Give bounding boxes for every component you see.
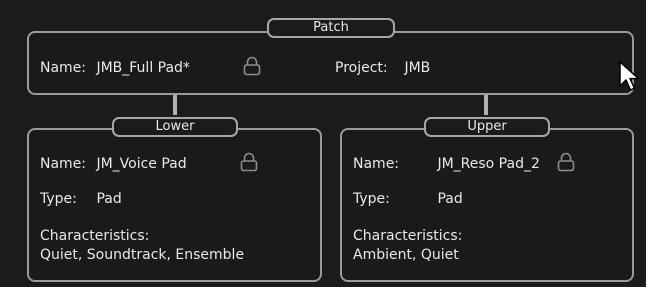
patch-title: Patch (313, 20, 349, 35)
project-label: Project: (335, 60, 388, 76)
patch-name-label: Name: (40, 60, 87, 76)
upper-type-value[interactable]: Pad (437, 191, 462, 207)
patch-tab[interactable]: Patch (267, 18, 395, 38)
upper-name-row: Name: JM_Reso Pad_2 (353, 155, 540, 173)
lower-type-label: Type: (40, 191, 77, 207)
upper-name-value[interactable]: JM_Reso Pad_2 (437, 156, 539, 172)
upper-tab[interactable]: Upper (424, 117, 550, 137)
lower-tab[interactable]: Lower (112, 117, 238, 137)
lower-title: Lower (155, 119, 195, 134)
project-value[interactable]: JMB (404, 60, 430, 76)
upper-characteristics-label: Characteristics: (353, 228, 463, 244)
upper-connector (484, 95, 488, 115)
patch-name-row: Name: JMB_Full Pad* (40, 59, 190, 77)
upper-type-row: Type: Pad (353, 190, 463, 208)
lower-characteristics-value[interactable]: Quiet, Soundtrack, Ensemble (40, 246, 244, 264)
lower-type-value[interactable]: Pad (96, 191, 121, 207)
project-row: Project: JMB (335, 59, 430, 77)
lock-icon[interactable] (557, 152, 575, 172)
patch-name-value[interactable]: JMB_Full Pad* (96, 60, 189, 76)
lower-name-value[interactable]: JM_Voice Pad (96, 156, 186, 172)
lower-characteristics-label: Characteristics: (40, 228, 150, 244)
upper-characteristics-value[interactable]: Ambient, Quiet (353, 246, 459, 264)
lower-name-label: Name: (40, 156, 87, 172)
lower-name-row: Name: JM_Voice Pad (40, 155, 187, 173)
upper-type-label: Type: (353, 191, 390, 207)
upper-name-label: Name: (353, 156, 400, 172)
lower-connector (173, 95, 177, 115)
lower-type-row: Type: Pad (40, 190, 122, 208)
lock-icon[interactable] (240, 152, 258, 172)
upper-title: Upper (467, 119, 507, 134)
mouse-cursor-icon (619, 61, 640, 91)
lock-icon[interactable] (243, 56, 261, 76)
